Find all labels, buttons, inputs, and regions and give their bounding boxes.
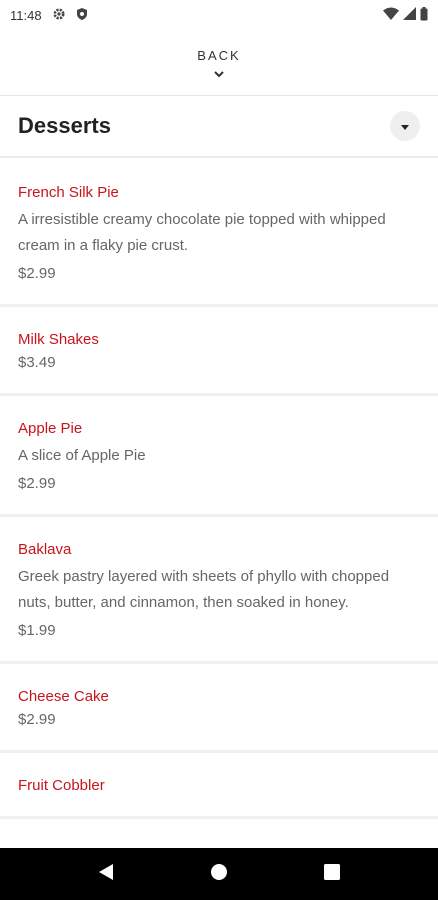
battery-icon [420,6,428,24]
menu-item[interactable]: Fruit Cobbler [0,753,438,819]
signal-icon [403,7,416,23]
recents-square-icon[interactable] [324,863,340,885]
menu-item[interactable]: French Silk Pie A irresistible creamy ch… [0,160,438,307]
status-right [383,6,428,24]
back-button[interactable]: BACK [0,30,438,95]
item-price: $1.99 [18,622,56,639]
item-description: A slice of Apple Pie [18,447,146,464]
item-price: $2.99 [18,711,56,728]
back-label: BACK [197,48,241,63]
menu-list[interactable]: French Silk Pie A irresistible creamy ch… [0,160,438,848]
item-name: French Silk Pie [18,184,119,201]
section-header: Desserts [0,96,438,158]
gear-icon [52,7,66,24]
item-description: Greek pastry layered with sheets of phyl… [18,568,390,611]
chevron-down-icon [214,65,224,83]
item-name: Milk Shakes [18,331,99,348]
menu-item[interactable]: Apple Pie A slice of Apple Pie $2.99 [0,396,438,517]
menu-item[interactable]: Milk Shakes $3.49 [0,307,438,396]
status-left: 11:48 [10,7,88,24]
shield-icon [76,7,88,24]
menu-item[interactable]: Cheese Cake $2.99 [0,664,438,753]
item-name: Cheese Cake [18,688,109,705]
status-bar: 11:48 [0,0,438,30]
item-price: $2.99 [18,475,56,492]
item-name: Baklava [18,541,72,558]
menu-item[interactable]: Baklava Greek pastry layered with sheets… [0,517,438,664]
item-name: Apple Pie [18,420,83,437]
item-price: $3.49 [18,354,56,371]
item-price: $2.99 [18,265,56,282]
item-description: A irresistible creamy chocolate pie topp… [18,211,386,254]
system-navigation-bar [0,848,438,900]
home-circle-icon[interactable] [210,863,228,886]
section-dropdown-button[interactable] [390,111,420,141]
status-time: 11:48 [10,7,42,23]
caret-down-icon [401,117,409,135]
back-triangle-icon[interactable] [98,863,114,886]
wifi-icon [383,7,399,23]
item-name: Fruit Cobbler [18,777,105,794]
section-title: Desserts [18,113,111,138]
